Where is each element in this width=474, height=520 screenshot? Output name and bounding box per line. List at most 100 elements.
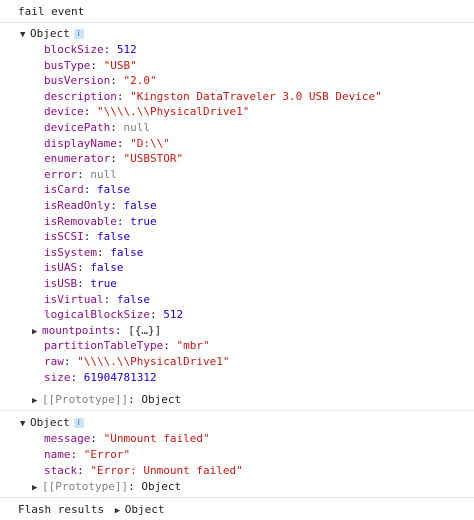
property-value: true (90, 277, 117, 290)
property-value: "D:\\" (130, 136, 170, 150)
property-value: "\\\\.\\PhysicalDrive1" (77, 355, 230, 368)
object-2-prototype[interactable]: ▶ [[Prototype]]: Object (32, 479, 181, 494)
property-key: mountpoints (42, 323, 115, 337)
property-value: 61904781312 (83, 370, 157, 384)
property-value: false (97, 183, 131, 197)
triangle-right-icon[interactable]: ▶ (115, 504, 125, 519)
property-value: null (123, 121, 150, 134)
property-row: stack: "Error: Unmount failed" (44, 464, 243, 477)
property-row: isUAS: false (44, 261, 124, 275)
property-row: partitionTableType: "mbr" (44, 339, 210, 353)
property-row: isRemovable: true (44, 214, 157, 228)
flash-results-line: Flash results ▶ Object (18, 502, 164, 517)
property-key: busVersion (44, 74, 111, 88)
property-value: "USB" (103, 58, 137, 72)
log-title: fail event (18, 5, 85, 18)
triangle-right-icon[interactable]: ▶ (32, 481, 42, 496)
property-row: size: 61904781312 (44, 370, 157, 384)
property-key: isUAS (44, 261, 78, 275)
property-row: isCard: false (44, 183, 131, 197)
triangle-down-icon[interactable]: ▼ (20, 417, 30, 432)
property-value: true (130, 214, 157, 228)
property-value: "Unmount failed" (103, 432, 210, 445)
property-key: isCard (44, 183, 84, 197)
object-2-header[interactable]: ▼ Object i (20, 415, 84, 430)
property-key: devicePath (44, 121, 111, 134)
property-key: description (44, 89, 117, 103)
property-row: error: null (44, 167, 117, 181)
property-value: "Kingston DataTraveler 3.0 USB Device" (130, 89, 382, 103)
property-value: "USBSTOR" (123, 152, 184, 166)
property-row: blockSize: 512 (44, 43, 137, 56)
property-key: stack (44, 464, 78, 477)
property-key: isUSB (44, 277, 78, 290)
property-value: false (90, 261, 124, 275)
object-2-label: Object (30, 416, 70, 429)
prototype-key: [[Prototype]] (42, 480, 129, 493)
property-key: displayName (44, 136, 117, 150)
property-value: null (90, 167, 117, 181)
property-value: "\\\\.\\PhysicalDrive1" (97, 105, 250, 119)
property-key: device (44, 105, 84, 119)
info-icon[interactable]: i (73, 418, 84, 428)
property-key: size (44, 370, 71, 384)
property-key: name (44, 448, 71, 461)
property-value: "Error: Unmount failed" (90, 464, 243, 477)
property-key: message (44, 432, 91, 445)
property-row: name: "Error" (44, 448, 131, 461)
property-value: [{…}] (128, 323, 162, 337)
property-row: isUSB: true (44, 277, 117, 290)
property-row: enumerator: "USBSTOR" (44, 152, 184, 166)
property-key: raw (44, 355, 64, 368)
property-row: devicePath: null (44, 121, 150, 134)
property-row: message: "Unmount failed" (44, 432, 210, 445)
property-row: logicalBlockSize: 512 (44, 308, 184, 322)
property-value: "2.0" (123, 74, 157, 88)
property-row: busVersion: "2.0" (44, 74, 157, 88)
property-row: isSystem: false (44, 245, 144, 259)
property-key: isSystem (44, 245, 97, 259)
property-key: partitionTableType (44, 339, 164, 353)
property-value: 512 (163, 308, 184, 322)
property-row: device: "\\\\.\\PhysicalDrive1" (44, 105, 250, 119)
prototype-key: [[Prototype]] (42, 393, 129, 406)
property-key: logicalBlockSize (44, 308, 150, 322)
prototype-value: Object (141, 393, 182, 406)
log-divider (0, 410, 474, 411)
property-value: "Error" (83, 448, 131, 461)
property-row: description: "Kingston DataTraveler 3.0 … (44, 89, 382, 103)
property-key: enumerator (44, 152, 111, 166)
property-row: isSCSI: false (44, 230, 131, 244)
property-key: error (44, 167, 78, 181)
object-1-header[interactable]: ▼ Object i (20, 26, 84, 41)
property-key: isReadOnly (44, 199, 111, 212)
prototype-value: Object (141, 480, 182, 493)
property-value: false (97, 230, 131, 244)
property-row: isReadOnly: false (44, 199, 157, 212)
property-value: 512 (116, 43, 137, 56)
flash-results-label: Flash results (18, 503, 105, 516)
property-row: busType: "USB" (44, 58, 137, 72)
property-value: false (116, 292, 150, 306)
object-1-label: Object (30, 27, 70, 40)
log-divider (0, 22, 474, 23)
flash-results-object[interactable]: Object (125, 503, 165, 516)
triangle-down-icon[interactable]: ▼ (20, 28, 30, 43)
property-row: isVirtual: false (44, 292, 150, 306)
property-value: false (123, 199, 157, 212)
property-key: isRemovable (44, 214, 117, 228)
property-value: "mbr" (176, 339, 210, 353)
property-key: isSCSI (44, 230, 84, 244)
log-divider (0, 497, 474, 498)
property-row: raw: "\\\\.\\PhysicalDrive1" (44, 355, 230, 368)
property-value: false (110, 245, 144, 259)
property-key: blockSize (44, 43, 104, 56)
object-1-prototype[interactable]: ▶ [[Prototype]]: Object (32, 392, 181, 407)
property-key: isVirtual (44, 292, 104, 306)
property-key: busType (44, 58, 91, 72)
property-row[interactable]: ▶ mountpoints: [{…}] (32, 323, 161, 338)
property-row: displayName: "D:\\" (44, 136, 170, 150)
info-icon[interactable]: i (73, 29, 84, 39)
triangle-right-icon[interactable]: ▶ (32, 325, 42, 340)
triangle-right-icon[interactable]: ▶ (32, 394, 42, 409)
